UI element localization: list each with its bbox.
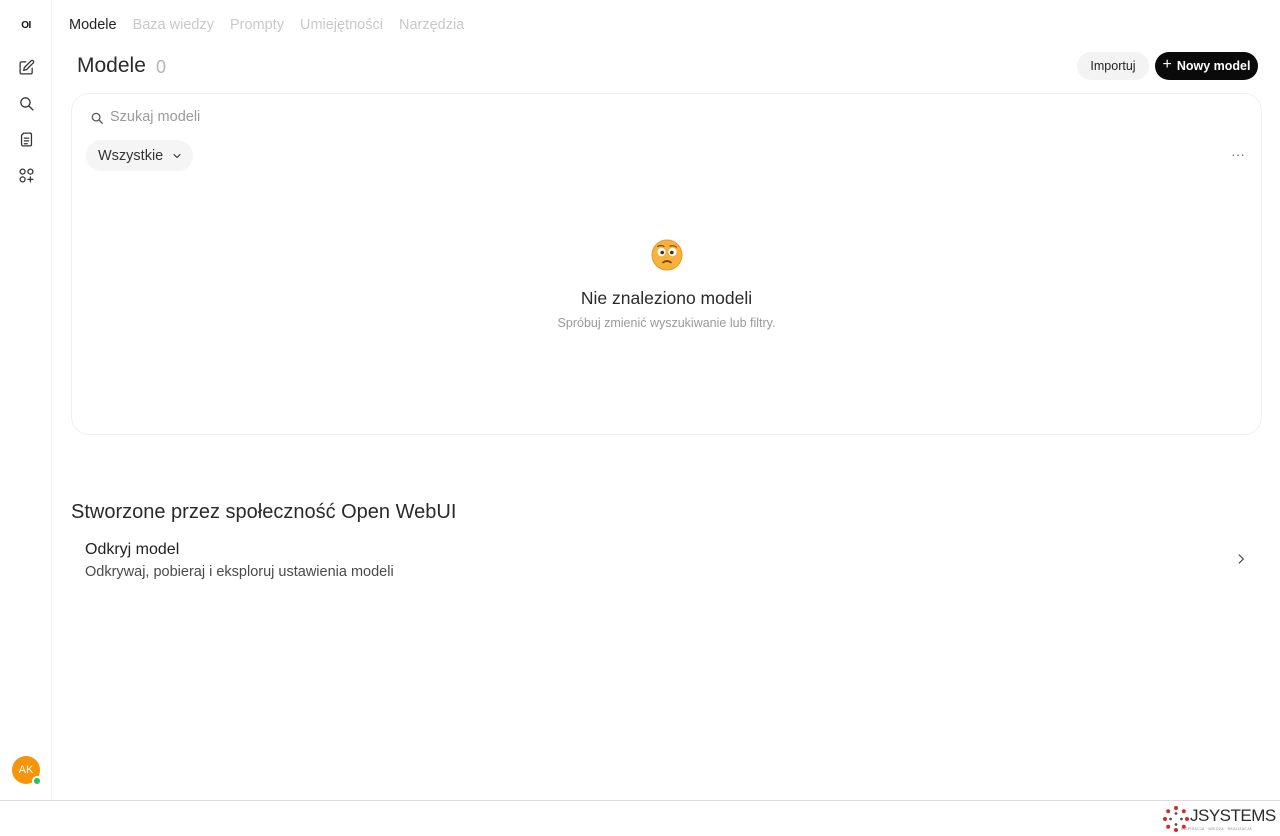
filter-dropdown[interactable]: Wszystkie (86, 140, 193, 171)
tab-skills[interactable]: Umiejętności (300, 17, 383, 33)
footer-bar: JSYSTEMS INSPIRACJA · WIEDZA · REALIZACJ… (0, 800, 1280, 836)
tab-prompts[interactable]: Prompty (230, 17, 284, 33)
search-field-icon (91, 112, 103, 124)
chevron-down-icon (173, 153, 181, 158)
search-icon[interactable] (16, 93, 36, 113)
app-logo[interactable]: OI (13, 12, 39, 38)
footer-brand-tagline: INSPIRACJA · WIEDZA · REALIZACJA (1181, 827, 1252, 831)
plus-icon: + (1162, 56, 1172, 73)
workspace-icon[interactable] (16, 165, 36, 185)
notes-icon[interactable] (16, 129, 36, 149)
page-title: Modele (77, 54, 146, 77)
online-status-indicator (32, 776, 42, 786)
new-chat-icon[interactable] (16, 57, 36, 77)
sidebar: OI AK (0, 0, 52, 800)
model-count: 0 (156, 57, 167, 77)
chevron-right-icon (1238, 554, 1244, 564)
tab-tools[interactable]: Narzędzia (399, 17, 464, 33)
new-model-button[interactable]: + Nowy model (1155, 52, 1258, 80)
filter-selected-value: Wszystkie (98, 147, 164, 164)
community-section-title: Stworzone przez społeczność Open WebUI (71, 501, 457, 523)
import-button-label: Importuj (1090, 59, 1136, 73)
models-panel: Wszystkie ··· Nie znaleziono modeli Spró… (71, 93, 1262, 435)
empty-state-title: Nie znaleziono modeli (580, 288, 753, 308)
tab-knowledge[interactable]: Baza wiedzy (133, 17, 214, 33)
discover-model-subtitle: Odkrywaj, pobieraj i eksploruj ustawieni… (85, 564, 394, 580)
new-model-button-label: Nowy model (1176, 59, 1251, 73)
discover-model-link[interactable]: Odkryj model Odkrywaj, pobieraj i eksplo… (71, 533, 1262, 587)
empty-state-subtitle: Spróbuj zmienić wyszukiwanie lub filtry. (557, 316, 776, 330)
more-options-icon[interactable]: ··· (1228, 146, 1248, 162)
search-input[interactable] (110, 105, 710, 129)
confused-face-emoji-icon (651, 239, 683, 271)
import-button[interactable]: Importuj (1077, 52, 1149, 80)
tab-models[interactable]: Modele (69, 17, 117, 33)
workspace-tabs: Modele Baza wiedzy Prompty Umiejętności … (69, 17, 464, 33)
footer-brand-name: JSYSTEMS (1190, 806, 1276, 825)
discover-model-title: Odkryj model (85, 541, 180, 558)
